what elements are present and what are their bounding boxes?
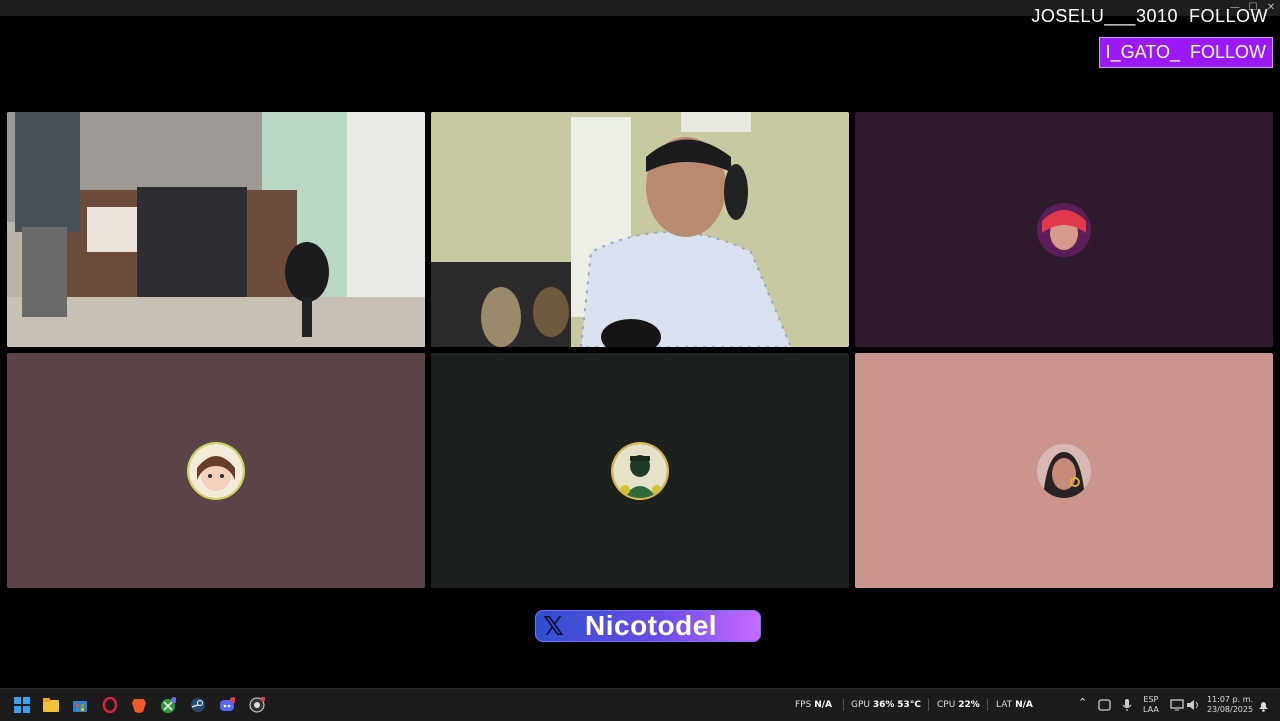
volume-icon[interactable] <box>1186 698 1200 712</box>
social-handle: Nicotodel <box>585 610 718 641</box>
participant-avatar-1 <box>1037 202 1091 257</box>
social-banner: 𝕏 Nicotodel <box>535 610 761 642</box>
stat-divider <box>987 699 988 711</box>
clock[interactable]: 11:07 p. m. 23/08/2025 <box>1206 695 1254 715</box>
stat-divider <box>843 699 844 711</box>
cpu-stat: CPU 22% <box>937 700 980 710</box>
room-camera-feed <box>7 112 425 347</box>
camera-tile-room <box>7 112 425 347</box>
chevron-up-icon[interactable]: ⌃ <box>1078 697 1087 708</box>
xbox-icon[interactable] <box>160 697 176 713</box>
file-explorer-icon[interactable] <box>43 697 59 713</box>
avatar-tile-4 <box>855 353 1273 588</box>
follow-alert-1: JOSELU___3010 FOLLOW <box>1031 6 1268 26</box>
microphone-icon[interactable] <box>1120 698 1134 712</box>
lat-value: N/A <box>1015 700 1033 710</box>
stat-divider <box>928 699 929 711</box>
tray-app-icon[interactable] <box>1098 698 1112 712</box>
fps-value: N/A <box>814 700 832 710</box>
cpu-usage: 22% <box>958 700 980 710</box>
fps-label: FPS <box>795 700 812 710</box>
microsoft-store-icon[interactable] <box>72 697 88 713</box>
participant-avatar-2 <box>189 443 243 498</box>
notification-bell-icon[interactable] <box>1257 699 1270 712</box>
x-logo-icon: 𝕏 <box>543 612 564 642</box>
gpu-temp: 53°C <box>897 700 921 710</box>
windows-start-icon[interactable] <box>14 697 30 713</box>
discord-icon[interactable] <box>219 697 235 713</box>
fps-stat: FPS N/A <box>795 700 832 710</box>
brave-icon[interactable] <box>131 697 147 713</box>
avatar-tile-3 <box>431 353 849 588</box>
clock-date: 23/08/2025 <box>1206 705 1254 714</box>
language-code: ESP <box>1143 695 1159 704</box>
keyboard-layout: LAA <box>1143 705 1159 714</box>
streamer-camera-feed <box>431 112 849 347</box>
follow-alert-2: I_GATO_ FOLLOW <box>1098 37 1273 68</box>
avatar-tile-2 <box>7 353 425 588</box>
participant-avatar-3 <box>613 443 667 498</box>
steam-icon[interactable] <box>190 697 206 713</box>
gpu-stat: GPU 36% 53°C <box>851 700 921 710</box>
gpu-label: GPU <box>851 700 870 710</box>
camera-tile-streamer <box>431 112 849 347</box>
gpu-usage: 36% <box>872 700 895 710</box>
latency-stat: LAT N/A <box>996 700 1033 710</box>
obs-icon[interactable] <box>249 697 265 713</box>
lat-label: LAT <box>996 700 1013 710</box>
taskbar: FPS N/A GPU 36% 53°C CPU 22% LAT N/A ⌃ E… <box>0 688 1280 721</box>
cpu-label: CPU <box>937 700 956 710</box>
avatar-tile-1 <box>855 112 1273 347</box>
network-icon[interactable] <box>1170 698 1184 712</box>
language-indicator[interactable]: ESP LAA <box>1143 695 1159 715</box>
clock-time: 11:07 p. m. <box>1206 695 1254 704</box>
participant-avatar-4 <box>1037 443 1091 498</box>
opera-gx-icon[interactable] <box>102 697 118 713</box>
